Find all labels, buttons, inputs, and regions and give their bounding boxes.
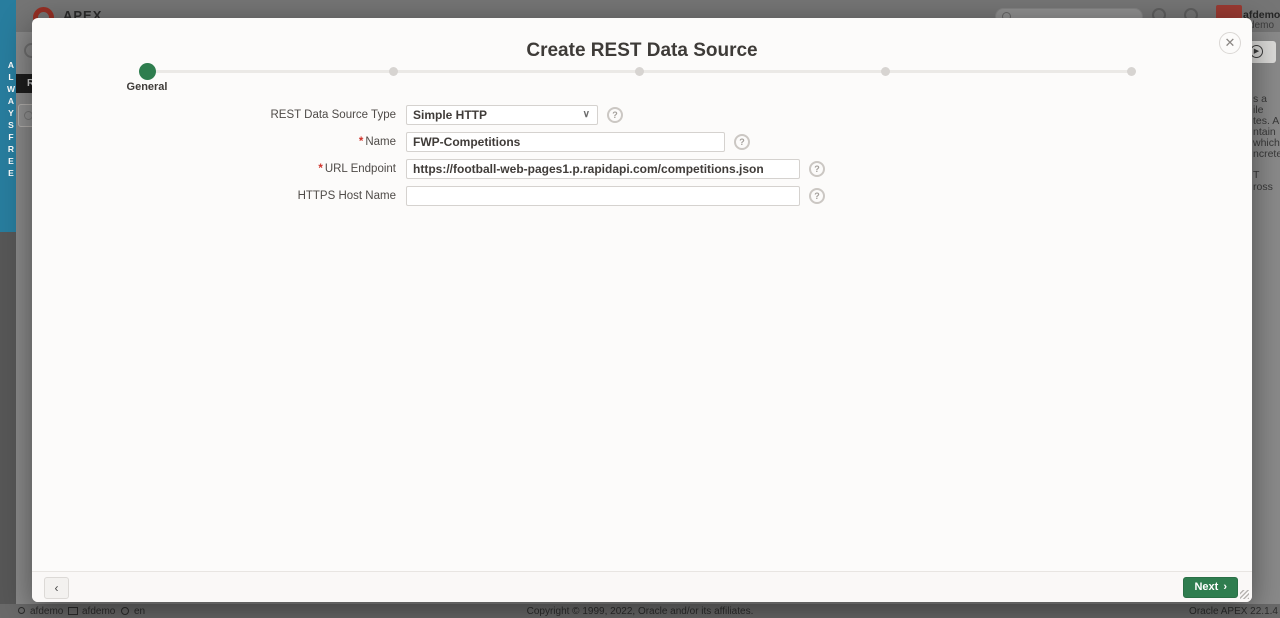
url-endpoint-field-label: *URL Endpoint bbox=[146, 159, 396, 179]
wizard-step-4 bbox=[881, 67, 890, 76]
wizard-step-5 bbox=[1127, 67, 1136, 76]
left-edge-strip bbox=[0, 232, 16, 606]
required-marker: * bbox=[318, 163, 322, 175]
type-field-label: REST Data Source Type bbox=[146, 105, 396, 125]
required-marker: * bbox=[359, 136, 363, 148]
chevron-down-icon: ∨ bbox=[583, 106, 590, 124]
name-help-icon[interactable]: ? bbox=[734, 134, 750, 150]
screen: APEX afdemo demo ALWAYSFREE R ▶ s a ile … bbox=[0, 0, 1280, 618]
footer-version: Oracle APEX 22.1.4 bbox=[1189, 606, 1278, 617]
help-text-fragment: ross bbox=[1253, 181, 1273, 193]
selected-value: Simple HTTP bbox=[413, 108, 487, 122]
wizard-step-3 bbox=[635, 67, 644, 76]
back-button[interactable]: ‹ bbox=[44, 577, 69, 599]
next-button-label: Next bbox=[1194, 581, 1218, 593]
https-host-name-help-icon[interactable]: ? bbox=[809, 188, 825, 204]
footer-copyright: Copyright © 1999, 2022, Oracle and/or it… bbox=[0, 606, 1280, 617]
https-host-name-input[interactable] bbox=[406, 186, 800, 206]
chevron-right-icon: › bbox=[1223, 581, 1227, 593]
resize-handle[interactable] bbox=[1240, 590, 1249, 599]
next-button[interactable]: Next › bbox=[1183, 577, 1238, 598]
wizard-step-general bbox=[139, 63, 156, 80]
wizard-step-2 bbox=[389, 67, 398, 76]
header-workspace: demo bbox=[1249, 20, 1274, 31]
https-host-name-field-label: HTTPS Host Name bbox=[146, 186, 396, 206]
type-help-icon[interactable]: ? bbox=[607, 107, 623, 123]
always-free-ribbon: ALWAYSFREE bbox=[0, 0, 16, 232]
url-endpoint-input[interactable] bbox=[406, 159, 800, 179]
rest-data-source-type-select[interactable]: Simple HTTP ∨ bbox=[406, 105, 598, 125]
help-text-fragment: ncrete bbox=[1253, 148, 1280, 160]
dialog-footer: ‹ Next › bbox=[32, 571, 1252, 602]
name-input[interactable] bbox=[406, 132, 725, 152]
url-endpoint-help-icon[interactable]: ? bbox=[809, 161, 825, 177]
name-field-label: *Name bbox=[146, 132, 396, 152]
wizard-step-label: General bbox=[107, 81, 187, 93]
page-footer-bar: afdemo afdemo en Copyright © 1999, 2022,… bbox=[0, 604, 1280, 618]
help-text-fragment: T bbox=[1253, 169, 1259, 181]
dialog-title: Create REST Data Source bbox=[32, 40, 1252, 62]
create-rest-data-source-dialog: Create REST Data Source ✕ General REST D… bbox=[32, 18, 1252, 602]
close-icon[interactable]: ✕ bbox=[1219, 32, 1241, 54]
